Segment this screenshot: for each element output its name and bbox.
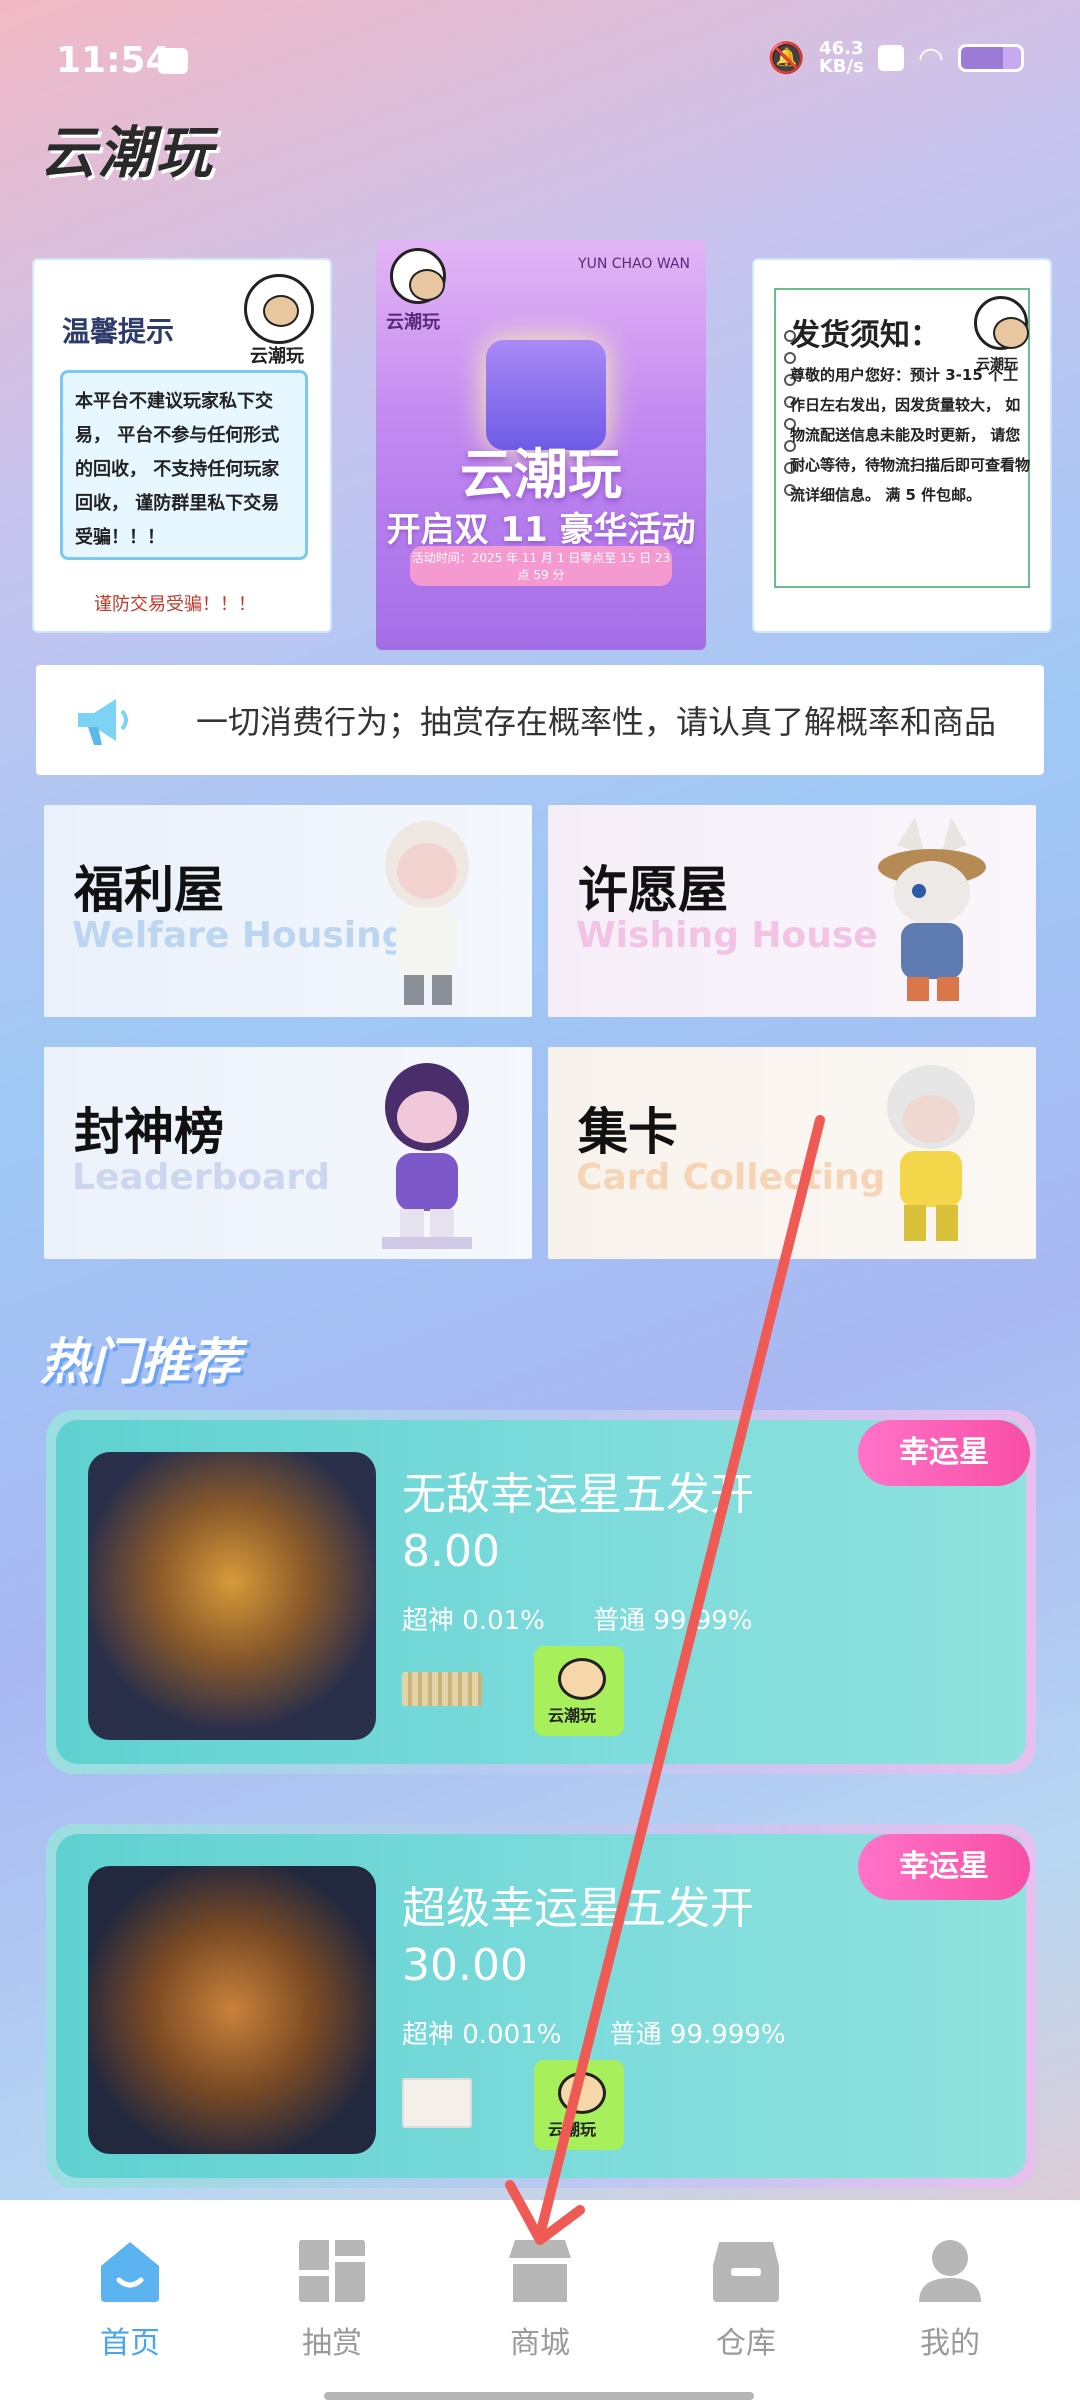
rabbit-figure-icon xyxy=(878,817,986,1001)
feature-wishing-house[interactable]: 许愿屋 Wishing House xyxy=(548,805,1036,1017)
status-icons: 🔕 46.3 KB/s ◠ xyxy=(767,40,1024,76)
feature-subtitle: Welfare Housing xyxy=(72,915,408,956)
grid-icon xyxy=(299,2240,365,2302)
status-time: 11:54 xyxy=(56,40,171,81)
astronaut-figure-icon xyxy=(385,821,469,1005)
monkey-logo-icon xyxy=(244,274,314,344)
feature-card-collecting[interactable]: 集卡 Card Collecting xyxy=(548,1047,1036,1259)
tab-label: 仓库 xyxy=(716,2326,776,2361)
product-card[interactable]: 超级幸运星五发开 30.00 超神 0.001% 普通 99.999% 幸运星 … xyxy=(46,1824,1036,2188)
brand-prize-thumb: 云潮玩 xyxy=(534,1646,624,1736)
monkey-logo-icon xyxy=(390,248,446,304)
profile-icon xyxy=(919,2240,981,2302)
brand-prize-label: 云潮玩 xyxy=(548,2120,597,2139)
notice-bar[interactable]: 一切消费行为；抽赏存在概率性，请认真了解概率和商品 xyxy=(36,665,1044,775)
product-odds: 超神 0.001% 普通 99.999% xyxy=(402,2014,826,2051)
megaphone-icon xyxy=(78,699,128,745)
feature-subtitle: Leaderboard xyxy=(72,1157,330,1198)
section-title-hot: 热门推荐 xyxy=(40,1333,240,1391)
tab-home[interactable]: 首页 xyxy=(70,2238,190,2362)
odds-normal: 普通 99.99% xyxy=(593,1606,753,1636)
banner-title: 温馨提示 xyxy=(62,315,175,348)
message-icon xyxy=(158,48,188,74)
tab-draw[interactable]: 抽赏 xyxy=(272,2238,392,2362)
notice-text: 一切消费行为；抽赏存在概率性，请认真了解概率和商品 xyxy=(196,703,997,741)
feature-title: 封神榜 xyxy=(74,1103,224,1161)
status-bar: 11:54 🔕 46.3 KB/s ◠ xyxy=(0,0,1080,120)
banner-brand: 云潮玩 xyxy=(250,346,304,367)
feature-title: 福利屋 xyxy=(74,861,224,919)
feature-title: 集卡 xyxy=(578,1103,678,1161)
prize-item-thumb xyxy=(402,1672,482,1706)
speed-unit: KB/s xyxy=(818,56,864,77)
banner-title: 发货须知： xyxy=(790,318,940,353)
odds-normal: 普通 99.999% xyxy=(609,2020,786,2050)
banner-footer: 谨防交易受骗！！！ xyxy=(94,594,256,615)
banner-warm-tips[interactable]: 温馨提示 云潮玩 本平台不建议玩家私下交易， 平台不参与任何形式的回收， 不支持… xyxy=(32,258,332,633)
product-name: 超级幸运星五发开 xyxy=(402,1883,754,1934)
banner-body: 尊敬的用户您好：预计 3-15 个工作日左右发出，因发货量较大， 如物流配送信息… xyxy=(790,366,1031,504)
product-price: 8.00 xyxy=(402,1526,500,1577)
network-speed: 46.3 KB/s xyxy=(819,40,864,76)
tab-profile[interactable]: 我的 xyxy=(890,2238,1010,2362)
odds-top: 超神 0.01% xyxy=(402,1606,545,1636)
product-odds: 超神 0.01% 普通 99.99% xyxy=(402,1600,793,1637)
odds-top: 超神 0.001% xyxy=(402,2020,562,2050)
tab-warehouse[interactable]: 仓库 xyxy=(686,2238,806,2362)
tab-mall[interactable]: 商城 xyxy=(480,2238,600,2362)
tab-label: 首页 xyxy=(100,2326,160,2361)
lucky-star-tag: 幸运星 xyxy=(858,1420,1030,1486)
tab-label: 抽赏 xyxy=(302,2326,362,2361)
feature-subtitle: Card Collecting xyxy=(576,1157,886,1198)
banner-shipping-notice[interactable]: 发货须知： 云潮玩 尊敬的用户您好：预计 3-15 个工作日左右发出，因发货量较… xyxy=(752,258,1052,633)
banner-double11[interactable]: YUN CHAO WAN 云潮玩 云潮玩 开启双 11 豪华活动 活动时间：20… xyxy=(376,240,706,650)
monkey-logo-icon xyxy=(974,296,1029,350)
product-name: 无敌幸运星五发开 xyxy=(402,1469,754,1520)
brand-prize-thumb: 云潮玩 xyxy=(534,2060,624,2150)
home-icon xyxy=(101,2242,159,2302)
sim-off-icon xyxy=(877,45,904,71)
feature-title: 许愿屋 xyxy=(578,861,728,919)
banner-date: 活动时间：2025 年 11 月 1 日零点至 15 日 23 点 59 分 xyxy=(410,546,672,586)
feature-subtitle: Wishing House xyxy=(576,915,878,956)
banner-brand-cn: 云潮玩 xyxy=(386,312,440,333)
brand-prize-label: 云潮玩 xyxy=(548,1706,597,1725)
feature-leaderboard[interactable]: 封神榜 Leaderboard xyxy=(44,1047,532,1259)
banner-body: 本平台不建议玩家私下交易， 平台不参与任何形式的回收， 不支持任何玩家回收， 谨… xyxy=(60,370,308,560)
warehouse-icon xyxy=(713,2242,779,2302)
prize-item-thumb xyxy=(402,2078,472,2128)
product-thumbnail xyxy=(88,1866,376,2154)
banner-brand-en: YUN CHAO WAN xyxy=(578,256,690,272)
home-indicator[interactable] xyxy=(324,2392,754,2400)
store-icon xyxy=(509,2240,571,2302)
horned-figure-icon xyxy=(887,1065,975,1241)
purple-figure-icon xyxy=(382,1063,472,1249)
banner-headline: 云潮玩 xyxy=(460,443,622,506)
product-card[interactable]: 无敌幸运星五发开 8.00 超神 0.01% 普通 99.99% 幸运星 云潮玩 xyxy=(46,1410,1036,1774)
bottom-tab-bar: 首页 抽赏 商城 仓库 我的 xyxy=(0,2200,1080,2408)
wifi-icon: ◠ xyxy=(917,40,944,76)
product-thumbnail xyxy=(88,1452,376,1740)
mute-icon: 🔕 xyxy=(767,40,805,76)
app-logo: 云潮玩 xyxy=(40,121,214,186)
lucky-star-tag: 幸运星 xyxy=(858,1834,1030,1900)
feature-welfare-house[interactable]: 福利屋 Welfare Housing xyxy=(44,805,532,1017)
tab-label: 商城 xyxy=(510,2326,570,2361)
tab-label: 我的 xyxy=(920,2326,980,2361)
banner-subline: 开启双 11 豪华活动 xyxy=(386,510,696,550)
battery-icon xyxy=(958,44,1024,72)
product-price: 30.00 xyxy=(402,1940,528,1991)
